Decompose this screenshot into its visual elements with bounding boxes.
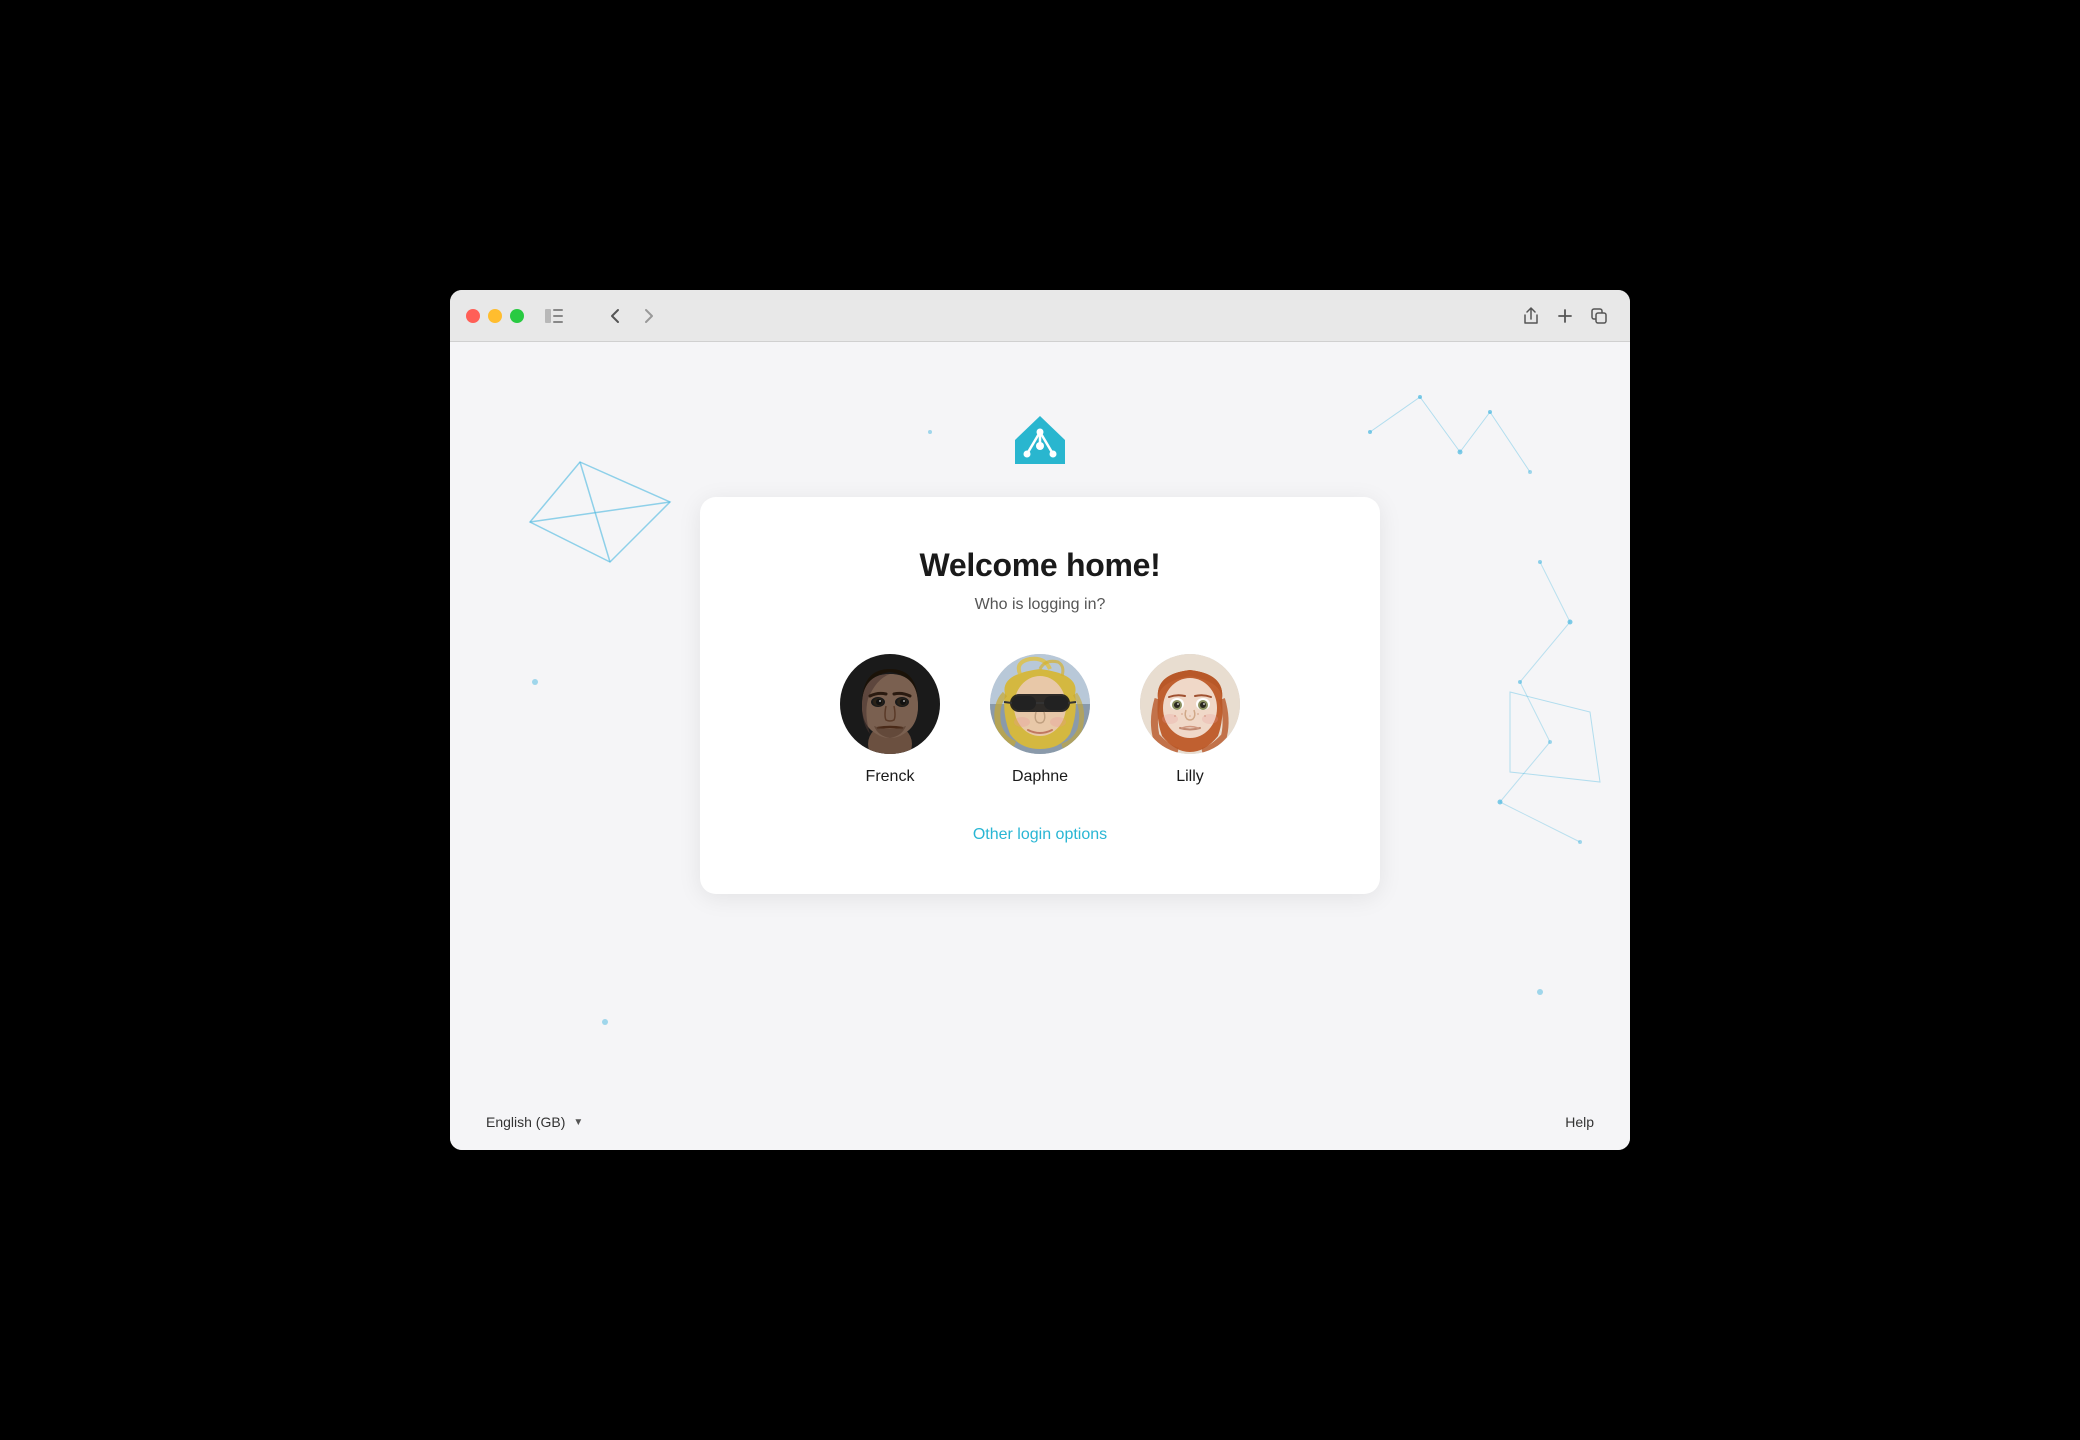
share-button[interactable] (1516, 301, 1546, 331)
app-logo (1005, 402, 1075, 477)
close-button[interactable] (466, 309, 480, 323)
user-item-daphne[interactable]: Daphne (990, 654, 1090, 786)
language-label: English (GB) (486, 1114, 565, 1130)
sidebar-toggle-button[interactable] (536, 302, 572, 330)
new-tab-button[interactable] (1550, 301, 1580, 331)
user-name-daphne: Daphne (1012, 768, 1068, 786)
user-name-lilly: Lilly (1176, 768, 1204, 786)
login-card: Welcome home! Who is logging in? (700, 497, 1380, 894)
user-avatar-frenck[interactable] (840, 654, 940, 754)
page-footer: English (GB) ▼ Help (450, 1094, 1630, 1150)
welcome-title: Welcome home! (920, 547, 1161, 584)
other-login-link[interactable]: Other login options (973, 826, 1107, 844)
help-link[interactable]: Help (1565, 1114, 1594, 1130)
forward-button[interactable] (634, 301, 664, 331)
back-button[interactable] (600, 301, 630, 331)
page-content: Welcome home! Who is logging in? (450, 342, 1630, 1150)
traffic-lights (466, 309, 524, 323)
maximize-button[interactable] (510, 309, 524, 323)
users-grid: Frenck (840, 654, 1240, 786)
browser-window: Welcome home! Who is logging in? (450, 290, 1630, 1150)
user-avatar-daphne[interactable] (990, 654, 1090, 754)
titlebar (450, 290, 1630, 342)
user-item-frenck[interactable]: Frenck (840, 654, 940, 786)
minimize-button[interactable] (488, 309, 502, 323)
user-name-frenck: Frenck (866, 768, 915, 786)
tabs-button[interactable] (1584, 301, 1614, 331)
language-selector[interactable]: English (GB) ▼ (486, 1114, 583, 1130)
user-avatar-lilly[interactable] (1140, 654, 1240, 754)
chevron-down-icon: ▼ (573, 1117, 583, 1128)
user-item-lilly[interactable]: Lilly (1140, 654, 1240, 786)
nav-controls (600, 301, 664, 331)
welcome-subtitle: Who is logging in? (975, 596, 1106, 614)
titlebar-right-controls (1516, 301, 1614, 331)
